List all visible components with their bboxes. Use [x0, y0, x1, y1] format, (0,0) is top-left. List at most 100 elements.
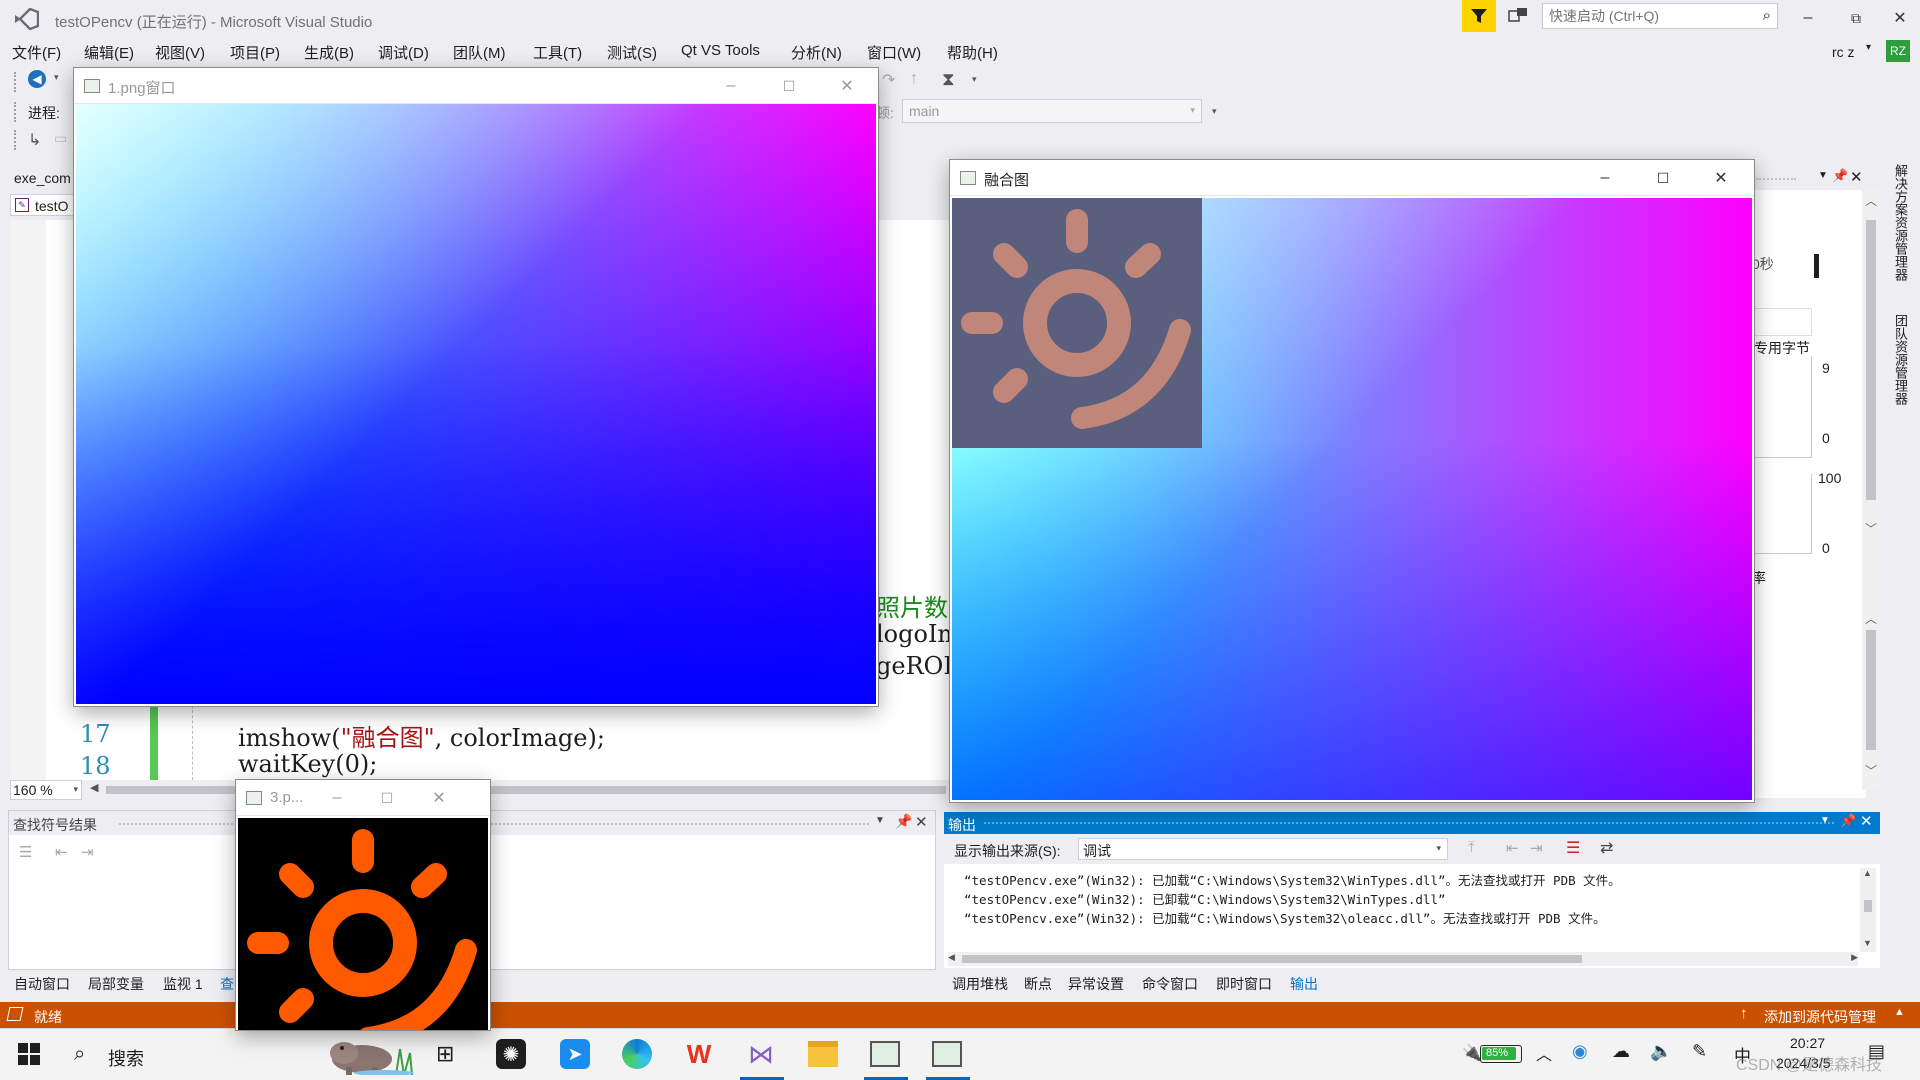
tab-exception-settings[interactable]: 异常设置 [1068, 974, 1124, 994]
close-icon[interactable]: ✕ [1860, 812, 1873, 830]
maximize-button[interactable]: ☐ [1634, 160, 1692, 196]
close-button[interactable]: ✕ [1692, 160, 1750, 196]
taskbar-search[interactable]: ⌕ 搜索 [62, 1035, 420, 1075]
tab-watch1[interactable]: 监视 1 [163, 974, 203, 994]
scrollbar-thumb[interactable] [1866, 630, 1876, 750]
maximize-button[interactable]: ☐ [362, 780, 412, 816]
edge-app-icon[interactable] [622, 1039, 652, 1069]
pin-icon[interactable]: 📌 [895, 813, 912, 830]
output-hscroll[interactable]: ◀ ▶ [948, 952, 1858, 966]
menu-file[interactable]: 文件(F) [12, 42, 61, 63]
chevron-down-icon[interactable]: ▼ [1818, 170, 1828, 181]
prev-message-icon[interactable]: ⇤ [1506, 839, 1519, 857]
diag-scrollbar[interactable]: ︿ ﹀ ︿ ﹀ [1862, 190, 1880, 790]
close-icon[interactable]: ✕ [1850, 168, 1863, 186]
battery-indicator[interactable]: 85% [1480, 1045, 1522, 1063]
scroll-left-icon[interactable]: ◀ [90, 781, 98, 794]
close-button[interactable]: ✕ [818, 68, 876, 104]
menu-edit[interactable]: 编辑(E) [84, 42, 134, 63]
menu-analyze[interactable]: 分析(N) [791, 42, 842, 63]
clear-all-icon[interactable]: ☰ [1566, 838, 1580, 858]
scrollbar-thumb[interactable] [1866, 220, 1876, 500]
window-title-bar[interactable]: 1.png窗口 – ☐ ✕ [74, 68, 878, 104]
menu-help[interactable]: 帮助(H) [947, 42, 998, 63]
chatgpt-app-icon[interactable]: ✺ [496, 1039, 526, 1069]
back-nav-icon[interactable]: ⇤ [55, 843, 68, 861]
tab-output[interactable]: 输出 [1290, 974, 1318, 994]
minimize-button[interactable]: – [312, 780, 362, 816]
chevron-down-icon[interactable]: ▾ [54, 72, 59, 83]
tab-locals[interactable]: 局部变量 [88, 974, 144, 994]
image-window-1[interactable]: 1.png窗口 – ☐ ✕ [74, 68, 878, 706]
output-vscroll[interactable]: ▲ ▼ [1860, 868, 1876, 952]
file-explorer-app-icon[interactable] [808, 1041, 838, 1067]
close-icon[interactable]: ✕ [915, 813, 928, 831]
arrow-up-icon[interactable]: ↑ [1740, 1005, 1748, 1022]
forward-nav-icon[interactable]: ⇥ [81, 843, 94, 861]
search-icon[interactable]: ⌕ [1763, 7, 1771, 24]
window-title-bar[interactable]: 3.p... – ☐ ✕ [236, 780, 490, 816]
chevron-down-icon[interactable]: ﹀ [1865, 762, 1877, 779]
visual-studio-app-icon[interactable]: ⋈ [746, 1039, 776, 1069]
menu-team[interactable]: 团队(M) [453, 42, 506, 63]
chevron-up-icon[interactable]: ︿ [1865, 192, 1877, 209]
arrow-up-icon[interactable]: ↑ [910, 70, 918, 88]
menu-test[interactable]: 测试(S) [607, 42, 657, 63]
menu-build[interactable]: 生成(B) [304, 42, 354, 63]
stack-frame-dropdown[interactable]: main ▾ [902, 99, 1202, 123]
minimize-button[interactable]: – [1788, 0, 1828, 36]
scroll-right-icon[interactable]: ▶ [1851, 952, 1858, 963]
user-avatar[interactable]: RZ [1886, 40, 1910, 62]
wps-app-icon[interactable]: W [684, 1039, 714, 1069]
find-in-output-icon[interactable]: ⤒ [1468, 839, 1475, 856]
output-source-dropdown[interactable]: 调试 ▾ [1078, 838, 1448, 860]
chevron-down-icon[interactable]: ▼ [1820, 815, 1830, 826]
menu-view[interactable]: 视图(V) [155, 42, 205, 63]
word-wrap-icon[interactable]: ⇄ [1600, 838, 1613, 858]
scroll-left-icon[interactable]: ◀ [948, 952, 955, 963]
tab-immediate-window[interactable]: 即时窗口 [1216, 974, 1272, 994]
scroll-down-icon[interactable]: ▼ [1863, 938, 1872, 948]
app-tray-icon[interactable]: ◉ [1572, 1041, 1588, 1062]
tab-command-window[interactable]: 命令窗口 [1142, 974, 1198, 994]
menu-qt-vs-tools[interactable]: Qt VS Tools [681, 42, 760, 59]
cloud-icon[interactable]: ☁ [1612, 1041, 1630, 1062]
feedback-icon[interactable] [1508, 7, 1528, 25]
volume-icon[interactable]: 🔈 [1650, 1041, 1672, 1062]
pin-icon[interactable]: 📌 [1840, 813, 1856, 829]
window-title-bar[interactable]: 融合图 – ☐ ✕ [950, 160, 1754, 196]
pin-icon[interactable]: 📌 [1832, 168, 1848, 184]
blend-window[interactable]: 融合图 – ☐ ✕ [950, 160, 1754, 802]
chevron-up-icon[interactable]: ▲ [1894, 1006, 1905, 1018]
restore-button[interactable]: ⧉ [1836, 0, 1876, 36]
tab-breakpoints[interactable]: 断点 [1024, 974, 1052, 994]
tab-call-stack[interactable]: 调用堆栈 [952, 974, 1008, 994]
filter-icon[interactable] [1462, 0, 1496, 32]
clock-time[interactable]: 20:27 [1790, 1035, 1825, 1051]
pen-icon[interactable]: ✎ [1692, 1041, 1707, 1062]
side-tab-solution-explorer[interactable]: 解决方案资源管理器 [1888, 164, 1910, 304]
chevron-up-icon[interactable]: ︿ [1865, 610, 1877, 627]
chevron-down-icon[interactable]: ▾ [972, 74, 977, 85]
menu-tools[interactable]: 工具(T) [533, 42, 582, 63]
menu-debug[interactable]: 调试(D) [378, 42, 429, 63]
chevron-down-icon[interactable]: ▾ [1212, 106, 1217, 117]
menu-window[interactable]: 窗口(W) [867, 42, 921, 63]
minimize-button[interactable]: – [1576, 160, 1634, 196]
list-icon[interactable]: ☰ [19, 843, 32, 861]
task-view-icon[interactable]: ⊞ [436, 1041, 454, 1067]
quick-launch-input[interactable] [1543, 4, 1743, 28]
menu-project[interactable]: 项目(P) [230, 42, 280, 63]
image-window-3[interactable]: 3.p... – ☐ ✕ [236, 780, 490, 1030]
scroll-up-icon[interactable]: ▲ [1863, 868, 1872, 878]
scrollbar-thumb[interactable] [1864, 900, 1872, 912]
redo-icon[interactable]: ↷ [882, 70, 895, 90]
maximize-button[interactable]: ☐ [760, 68, 818, 104]
next-message-icon[interactable]: ⇥ [1530, 839, 1543, 857]
thread-icon[interactable]: ⧗ [942, 69, 955, 90]
chevron-down-icon[interactable]: ﹀ [1865, 520, 1877, 537]
user-name[interactable]: rc z [1832, 44, 1855, 60]
tab-autos[interactable]: 自动窗口 [14, 974, 70, 994]
editor-tab[interactable]: exe_com [14, 170, 71, 186]
scrollbar-thumb[interactable] [962, 955, 1582, 963]
